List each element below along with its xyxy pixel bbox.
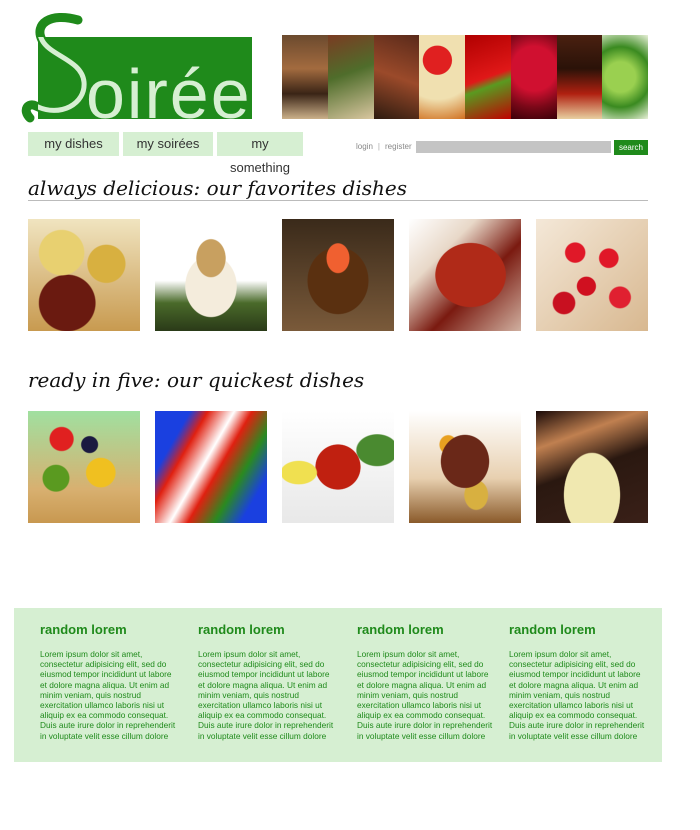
footer-text: Lorem ipsum dolor sit amet, consectetur … [357, 649, 493, 741]
nav-item-my-dishes[interactable]: my dishes [28, 132, 119, 156]
dish-photo[interactable] [409, 219, 521, 331]
dish-photo[interactable] [409, 411, 521, 523]
hero-banner [282, 35, 648, 119]
site-logo[interactable]: oirée [20, 12, 270, 124]
favorites-heading: always delicious: our favorites dishes [28, 176, 407, 200]
dish-photo[interactable] [536, 411, 648, 523]
banner-photo [602, 35, 648, 119]
register-link[interactable]: register [385, 142, 412, 151]
auth-links: login | register [356, 142, 412, 151]
footer: random lorem Lorem ipsum dolor sit amet,… [14, 608, 662, 762]
search-input[interactable] [416, 141, 611, 153]
footer-column: random lorem Lorem ipsum dolor sit amet,… [40, 622, 180, 741]
banner-photo [510, 35, 557, 119]
footer-text: Lorem ipsum dolor sit amet, consectetur … [509, 649, 645, 741]
dish-photo[interactable] [28, 411, 140, 523]
footer-text: Lorem ipsum dolor sit amet, consectetur … [198, 649, 334, 741]
login-link[interactable]: login [356, 142, 373, 151]
banner-photo [327, 35, 374, 119]
section-divider [28, 200, 648, 201]
nav-item-my-something[interactable]: my something [217, 132, 303, 175]
dish-photo[interactable] [282, 219, 394, 331]
footer-heading: random lorem [198, 622, 285, 637]
banner-photo [465, 35, 511, 119]
footer-heading: random lorem [509, 622, 596, 637]
nav-item-my-soirees[interactable]: my soirées [123, 132, 213, 156]
footer-heading: random lorem [357, 622, 444, 637]
dish-photo[interactable] [155, 411, 267, 523]
auth-separator: | [377, 142, 380, 151]
main-nav: my dishes my soirées my something [28, 132, 303, 175]
banner-photo [419, 35, 465, 119]
favorites-grid [28, 219, 648, 331]
footer-column: random lorem Lorem ipsum dolor sit amet,… [509, 622, 649, 741]
banner-photo [373, 35, 420, 119]
search-button[interactable]: search [614, 140, 648, 155]
dish-photo[interactable] [282, 411, 394, 523]
footer-column: random lorem Lorem ipsum dolor sit amet,… [198, 622, 338, 741]
dish-photo[interactable] [28, 219, 140, 331]
banner-photo [556, 35, 603, 119]
footer-text: Lorem ipsum dolor sit amet, consectetur … [40, 649, 176, 741]
footer-heading: random lorem [40, 622, 127, 637]
dish-photo[interactable] [155, 219, 267, 331]
dish-photo[interactable] [536, 219, 648, 331]
quickest-heading: ready in five: our quickest dishes [28, 368, 365, 392]
banner-photo [282, 35, 328, 119]
quickest-grid [28, 411, 648, 523]
footer-column: random lorem Lorem ipsum dolor sit amet,… [357, 622, 497, 741]
svg-text:oirée: oirée [86, 55, 252, 124]
